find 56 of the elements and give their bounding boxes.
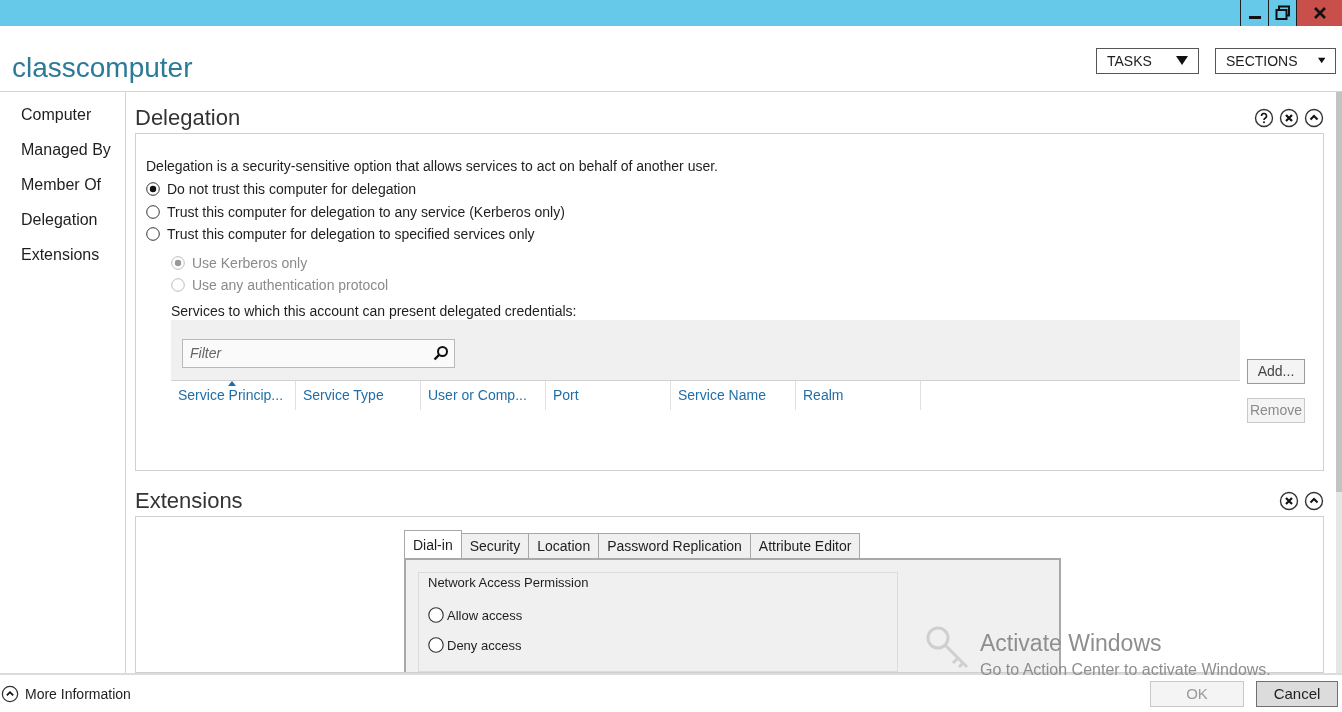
caret-icon <box>1176 56 1188 65</box>
collapse-icon[interactable] <box>1304 490 1324 511</box>
nav-link[interactable]: Computer <box>21 104 125 126</box>
page-title: classcomputer <box>12 50 194 84</box>
close-icon[interactable] <box>1279 107 1299 128</box>
collapse-icon[interactable] <box>1304 107 1324 128</box>
radio-button[interactable] <box>146 204 160 219</box>
dropdown-button[interactable]: TASKS <box>1096 47 1199 74</box>
radio-button[interactable] <box>428 607 444 623</box>
radio-button[interactable] <box>146 182 160 197</box>
column-header[interactable]: Service Princip... <box>171 380 296 410</box>
radio-label: Use Kerberos only <box>192 254 308 271</box>
expand-icon <box>1 684 19 703</box>
services-label: Services to which this account can present delegated credentials: <box>171 302 578 319</box>
column-header[interactable]: User or Comp... <box>421 380 546 410</box>
search-icon <box>433 345 449 361</box>
column-header[interactable]: Service Name <box>671 380 796 410</box>
scrollbar[interactable] <box>1336 92 1342 673</box>
nav-link[interactable]: Member Of <box>21 174 125 196</box>
sort-icon <box>228 380 236 386</box>
radio-label: Deny access <box>447 637 522 653</box>
radio-label: Use any authentication protocol <box>192 277 389 294</box>
nav-link[interactable]: Extensions <box>21 244 125 266</box>
column-header[interactable]: Port <box>546 380 671 410</box>
minimize-icon <box>1248 16 1261 19</box>
help-icon[interactable] <box>1254 107 1274 128</box>
dialog-button[interactable]: Cancel <box>1256 680 1338 707</box>
column-header[interactable]: Realm <box>796 380 921 410</box>
close-icon <box>1312 6 1327 20</box>
radio-label: Do not trust this computer for delegation <box>167 181 417 198</box>
restore-icon <box>1274 5 1291 21</box>
close-button[interactable] <box>1296 0 1342 26</box>
side-button[interactable]: Add... <box>1247 358 1305 384</box>
section-title: Delegation <box>135 104 242 131</box>
tab[interactable]: Dial-in <box>404 530 462 558</box>
caret-icon <box>1317 56 1325 65</box>
dropdown-button[interactable]: SECTIONS <box>1215 47 1336 74</box>
nav-link[interactable]: Delegation <box>21 209 125 231</box>
filter-field[interactable]: Filter <box>188 344 433 362</box>
radio-label: Allow access <box>447 607 523 623</box>
activation-subtitle: Go to Action Center to activate Windows. <box>980 661 1271 679</box>
column-header[interactable]: Service Type <box>296 380 421 410</box>
description-text: Delegation is a security-sensitive option that allows services to act on behalf of another user. <box>146 157 719 176</box>
more-information-button[interactable]: More Information <box>1 684 131 703</box>
tab[interactable]: Password Replication <box>598 533 751 558</box>
filter-box[interactable]: Filter <box>182 338 455 368</box>
tab[interactable]: Location <box>528 533 600 558</box>
section-title: Extensions <box>135 487 244 514</box>
radio-label: Trust this computer for delegation to specified services only <box>167 226 535 243</box>
radio-button[interactable] <box>146 227 160 242</box>
tab[interactable]: Attribute Editor <box>749 533 861 558</box>
radio-button[interactable] <box>428 637 444 653</box>
radio-label: Trust this computer for delegation to any service (Kerberos only) <box>167 203 565 220</box>
nav-link[interactable]: Managed By <box>21 139 125 161</box>
close-icon[interactable] <box>1279 490 1299 511</box>
tab[interactable]: Security <box>460 533 530 558</box>
